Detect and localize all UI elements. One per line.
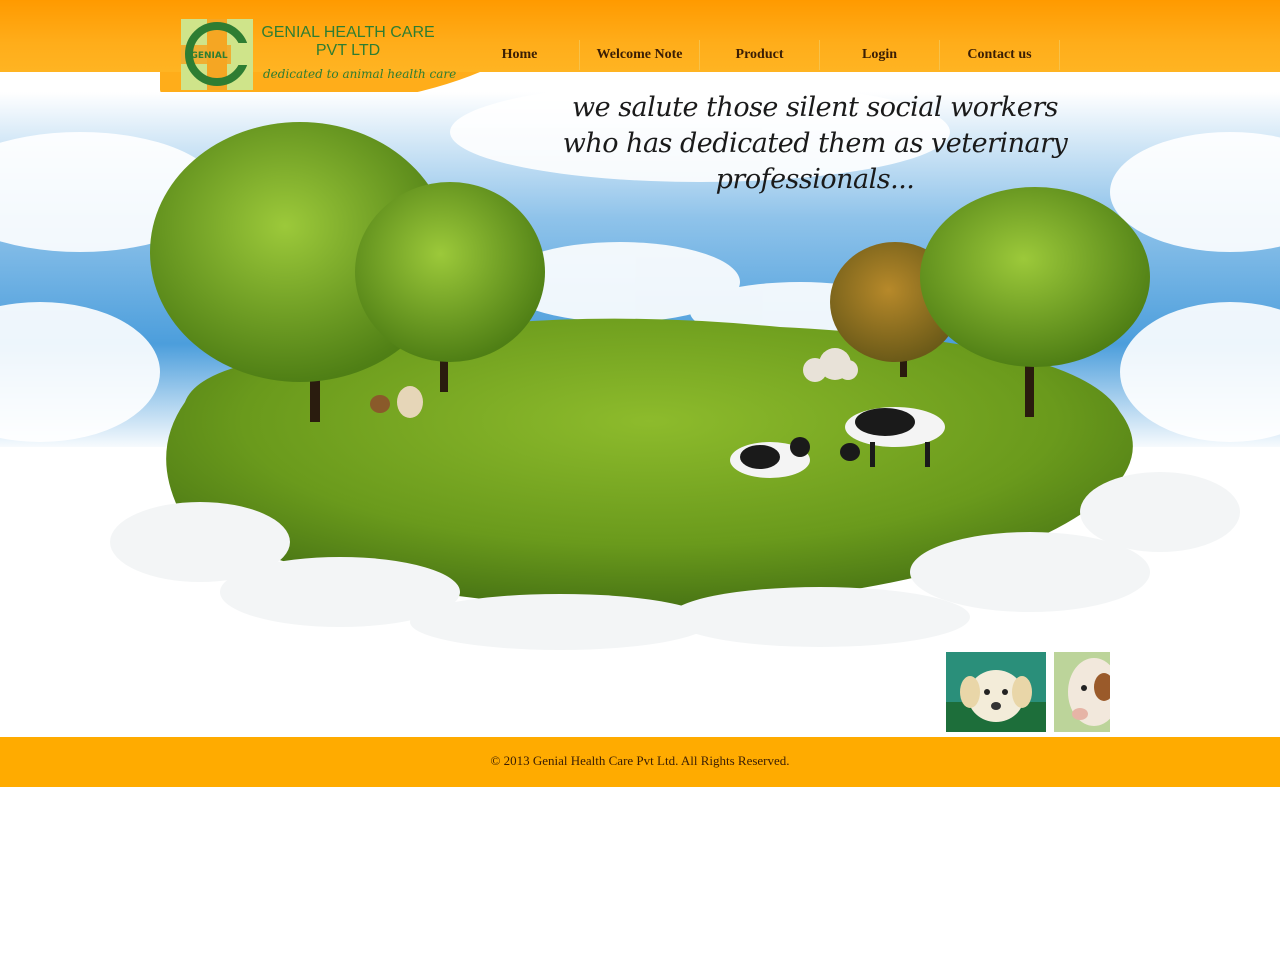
- calf-photo-icon[interactable]: [1054, 652, 1110, 732]
- hero-quote-line2: who has dedicated them as veterinary pro…: [562, 128, 1068, 195]
- nav-login[interactable]: Login: [820, 40, 940, 70]
- main-nav: Home Welcome Note Product Login Contact …: [460, 40, 1060, 70]
- nav-product[interactable]: Product: [700, 40, 820, 70]
- brand-name-line1: GENIAL HEALTH CARE: [261, 24, 435, 41]
- brand-name-line2: PVT LTD: [315, 42, 381, 59]
- brand-name: GENIAL HEALTH CARE PVT LTD: [258, 24, 438, 60]
- hero-banner: we salute those silent social workers wh…: [0, 72, 1280, 652]
- copyright-text: © 2013 Genial Health Care Pvt Ltd. All R…: [490, 753, 790, 768]
- nav-home[interactable]: Home: [460, 40, 580, 70]
- hero-quote: we salute those silent social workers wh…: [470, 90, 1160, 198]
- hero-quote-line1: we salute those silent social workers: [572, 92, 1058, 123]
- puppy-photo-icon[interactable]: [946, 652, 1046, 732]
- nav-contact-us[interactable]: Contact us: [940, 40, 1060, 70]
- nav-welcome-note[interactable]: Welcome Note: [580, 40, 700, 70]
- logo-text: GENIAL: [190, 51, 227, 61]
- footer: © 2013 Genial Health Care Pvt Ltd. All R…: [0, 737, 1280, 787]
